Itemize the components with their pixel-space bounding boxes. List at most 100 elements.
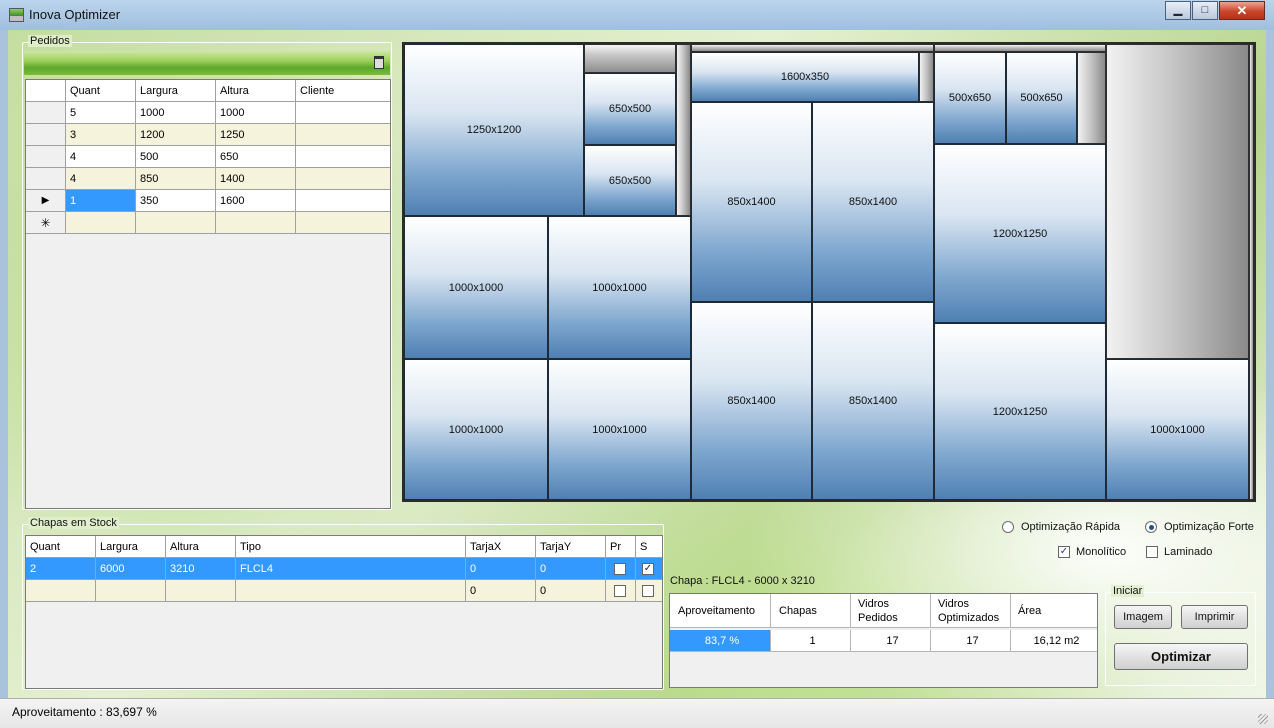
close-button[interactable]: ✕ <box>1219 1 1265 20</box>
cell-quant[interactable]: 3 <box>66 124 136 146</box>
col-tipo[interactable]: Tipo <box>236 536 466 558</box>
cell-altura[interactable] <box>166 580 236 602</box>
pr-checkbox[interactable] <box>614 585 626 597</box>
resize-grip-icon[interactable] <box>1258 714 1268 724</box>
cell-cliente[interactable] <box>296 168 390 190</box>
cell-tarjay[interactable]: 0 <box>536 558 606 580</box>
row-header[interactable] <box>26 168 66 190</box>
layout-piece[interactable]: 1000x1000 <box>548 216 691 359</box>
layout-piece[interactable]: 1000x1000 <box>404 359 548 500</box>
table-row-new[interactable]: ✳ <box>26 212 390 234</box>
cell-altura[interactable]: 1000 <box>216 102 296 124</box>
table-row[interactable]: 5 1000 1000 <box>26 102 390 124</box>
current-row-indicator[interactable]: ▶ <box>26 190 66 212</box>
layout-piece[interactable]: 1000x1000 <box>1106 359 1249 500</box>
new-row-indicator[interactable]: ✳ <box>26 212 66 234</box>
result-vidros-optimizados[interactable]: 17 <box>931 630 1011 652</box>
layout-piece[interactable]: 850x1400 <box>812 302 934 500</box>
cell-cliente[interactable] <box>296 124 390 146</box>
result-aproveitamento[interactable]: 83,7 % <box>670 630 771 652</box>
row-header[interactable] <box>26 102 66 124</box>
layout-piece[interactable]: 850x1400 <box>691 102 812 302</box>
col-quant[interactable]: Quant <box>26 536 96 558</box>
cell-quant[interactable]: 4 <box>66 146 136 168</box>
table-row[interactable]: 4 500 650 <box>26 146 390 168</box>
cell-cliente[interactable] <box>296 102 390 124</box>
col-pr[interactable]: Pr <box>606 536 636 558</box>
cell-quant[interactable] <box>26 580 96 602</box>
layout-piece[interactable]: 500x650 <box>934 52 1006 144</box>
layout-piece[interactable]: 650x500 <box>584 73 676 145</box>
cell-quant[interactable]: 2 <box>26 558 96 580</box>
row-header[interactable] <box>26 124 66 146</box>
col-tarjax[interactable]: TarjaX <box>466 536 536 558</box>
cell-cliente[interactable] <box>296 190 390 212</box>
layout-piece[interactable]: 500x650 <box>1006 52 1077 144</box>
pr-checkbox[interactable] <box>614 563 626 575</box>
layout-piece[interactable]: 1200x1250 <box>934 144 1106 323</box>
col-largura[interactable]: Largura <box>96 536 166 558</box>
cell-altura[interactable] <box>216 212 296 234</box>
cell-altura[interactable]: 1600 <box>216 190 296 212</box>
maximize-button[interactable]: □ <box>1192 1 1218 20</box>
trash-icon[interactable] <box>374 56 384 69</box>
imagem-button[interactable]: Imagem <box>1114 605 1172 629</box>
col-quant[interactable]: Quant <box>66 80 136 102</box>
layout-piece[interactable]: 850x1400 <box>691 302 812 500</box>
layout-piece[interactable]: 1000x1000 <box>548 359 691 500</box>
cell-largura[interactable]: 6000 <box>96 558 166 580</box>
cell-altura[interactable]: 650 <box>216 146 296 168</box>
s-checkbox[interactable] <box>642 585 654 597</box>
result-vidros-pedidos[interactable]: 17 <box>851 630 931 652</box>
table-row-current[interactable]: ▶ 1 350 1600 <box>26 190 390 212</box>
forte-radio[interactable] <box>1145 521 1157 533</box>
minimize-button[interactable]: ▁ <box>1165 1 1191 20</box>
cell-largura[interactable]: 850 <box>136 168 216 190</box>
cell-largura[interactable]: 1200 <box>136 124 216 146</box>
cell-cliente[interactable] <box>296 212 390 234</box>
cell-quant-selected[interactable]: 1 <box>66 190 136 212</box>
table-row[interactable]: 4 850 1400 <box>26 168 390 190</box>
cell-cliente[interactable] <box>296 146 390 168</box>
col-largura[interactable]: Largura <box>136 80 216 102</box>
cell-altura[interactable]: 1250 <box>216 124 296 146</box>
imprimir-button[interactable]: Imprimir <box>1181 605 1248 629</box>
cell-tipo[interactable] <box>236 580 466 602</box>
layout-piece[interactable]: 1600x350 <box>691 52 919 102</box>
cell-tarjay[interactable]: 0 <box>536 580 606 602</box>
col-tarjay[interactable]: TarjaY <box>536 536 606 558</box>
col-s[interactable]: S <box>636 536 662 558</box>
col-altura[interactable]: Altura <box>166 536 236 558</box>
table-row-new[interactable]: 0 0 <box>26 580 662 602</box>
layout-piece[interactable]: 1250x1200 <box>404 44 584 216</box>
cell-largura[interactable]: 1000 <box>136 102 216 124</box>
cell-tarjax[interactable]: 0 <box>466 558 536 580</box>
layout-piece[interactable]: 650x500 <box>584 145 676 216</box>
layout-piece[interactable]: 850x1400 <box>812 102 934 302</box>
table-row-selected[interactable]: 2 6000 3210 FLCL4 0 0 ✓ <box>26 558 662 580</box>
cutting-layout[interactable]: 1250x1200 650x500 650x500 1600x350 500x6… <box>402 42 1256 502</box>
cell-largura[interactable] <box>96 580 166 602</box>
cell-altura[interactable]: 3210 <box>166 558 236 580</box>
row-header[interactable] <box>26 146 66 168</box>
laminado-checkbox[interactable] <box>1146 546 1158 558</box>
cell-tipo[interactable]: FLCL4 <box>236 558 466 580</box>
layout-piece[interactable]: 1200x1250 <box>934 323 1106 500</box>
cell-largura[interactable]: 500 <box>136 146 216 168</box>
col-altura[interactable]: Altura <box>216 80 296 102</box>
rapida-radio[interactable] <box>1002 521 1014 533</box>
cell-largura[interactable]: 350 <box>136 190 216 212</box>
result-area[interactable]: 16,12 m2 <box>1011 630 1097 652</box>
cell-quant[interactable]: 4 <box>66 168 136 190</box>
cell-altura[interactable]: 1400 <box>216 168 296 190</box>
monolitico-checkbox[interactable]: ✓ <box>1058 546 1070 558</box>
result-chapas[interactable]: 1 <box>771 630 851 652</box>
cell-quant[interactable]: 5 <box>66 102 136 124</box>
optimizar-button[interactable]: Optimizar <box>1114 643 1248 670</box>
layout-piece[interactable]: 1000x1000 <box>404 216 548 359</box>
cell-quant[interactable] <box>66 212 136 234</box>
col-cliente[interactable]: Cliente <box>296 80 390 102</box>
s-checkbox[interactable]: ✓ <box>642 563 654 575</box>
table-row[interactable]: 3 1200 1250 <box>26 124 390 146</box>
cell-tarjax[interactable]: 0 <box>466 580 536 602</box>
